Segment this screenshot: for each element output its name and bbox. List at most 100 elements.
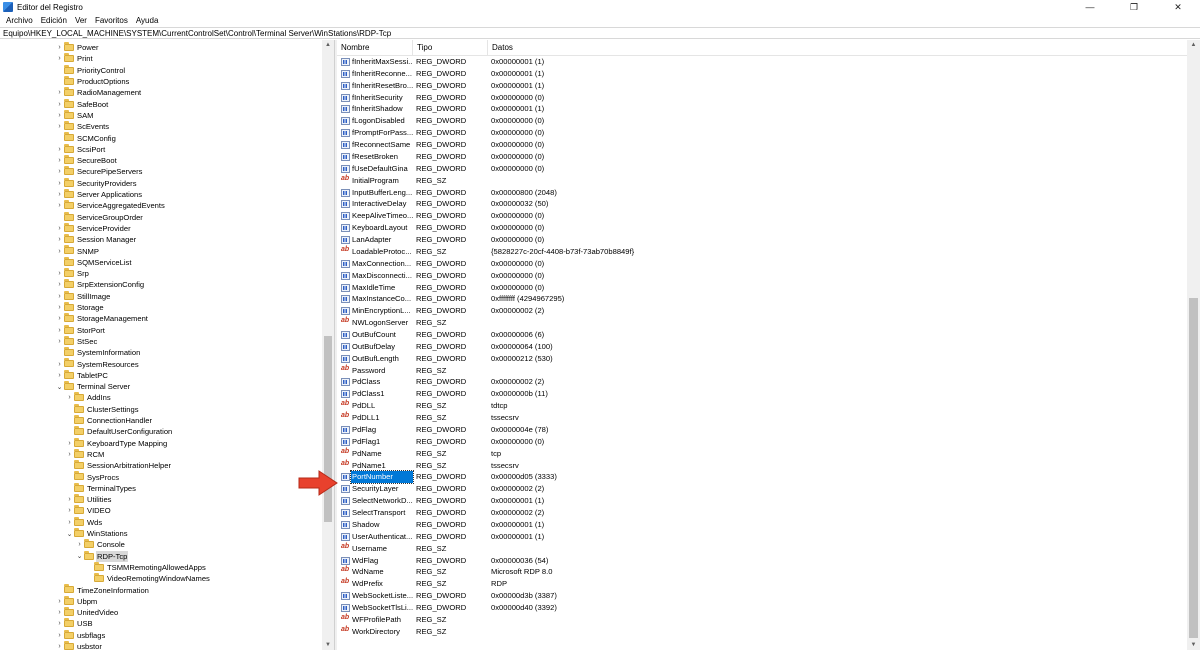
menu-archivo[interactable]: Archivo bbox=[2, 16, 37, 25]
table-row[interactable]: MaxDisconnecti... REG_DWORD 0x00000000 (0) bbox=[337, 270, 1187, 282]
tree-item[interactable]: › USB bbox=[0, 618, 322, 629]
table-row[interactable]: fInheritSecurity REG_DWORD 0x00000000 (0) bbox=[337, 92, 1187, 104]
tree-item[interactable]: › Server Applications bbox=[0, 188, 322, 200]
scroll-up-icon[interactable]: ▲ bbox=[1187, 40, 1200, 50]
minimize-button[interactable]: — bbox=[1068, 0, 1112, 14]
tree-item[interactable]: SCMConfig bbox=[0, 132, 322, 143]
tree-item[interactable]: › Ubpm bbox=[0, 595, 322, 607]
chevron-right-icon[interactable]: › bbox=[56, 618, 63, 629]
tree-item[interactable]: › VIDEO bbox=[0, 505, 322, 516]
chevron-right-icon[interactable]: › bbox=[56, 121, 63, 132]
table-row[interactable]: PdClass REG_DWORD 0x00000002 (2) bbox=[337, 376, 1187, 388]
chevron-right-icon[interactable]: › bbox=[76, 539, 83, 550]
tree-item[interactable]: TSMMRemotingAllowedApps bbox=[0, 561, 322, 573]
table-row[interactable]: MaxIdleTime REG_DWORD 0x00000000 (0) bbox=[337, 282, 1187, 294]
tree-item[interactable]: › SAM bbox=[0, 109, 322, 121]
table-row[interactable]: PdName REG_SZ tcp bbox=[337, 448, 1187, 460]
table-row[interactable]: MinEncryptionL... REG_DWORD 0x00000002 (2) bbox=[337, 305, 1187, 317]
table-row[interactable]: fUseDefaultGina REG_DWORD 0x00000000 (0) bbox=[337, 163, 1187, 175]
tree-item[interactable]: › AddIns bbox=[0, 392, 322, 403]
menu-ver[interactable]: Ver bbox=[71, 16, 91, 25]
address-bar[interactable]: Equipo\HKEY_LOCAL_MACHINE\SYSTEM\Current… bbox=[0, 27, 1200, 39]
table-row[interactable]: fInheritShadow REG_DWORD 0x00000001 (1) bbox=[337, 103, 1187, 115]
table-row[interactable]: WdFlag REG_DWORD 0x00000036 (54) bbox=[337, 555, 1187, 567]
chevron-right-icon[interactable]: › bbox=[56, 359, 63, 370]
table-row[interactable]: PdFlag REG_DWORD 0x0000004e (78) bbox=[337, 424, 1187, 436]
chevron-down-icon[interactable]: ⌄ bbox=[66, 528, 73, 539]
table-row[interactable]: SelectNetworkD... REG_DWORD 0x00000001 (1) bbox=[337, 495, 1187, 507]
table-row[interactable]: fPromptForPass... REG_DWORD 0x00000000 (0) bbox=[337, 127, 1187, 139]
tree-item[interactable]: SystemInformation bbox=[0, 347, 322, 358]
table-row[interactable]: KeepAliveTimeo... REG_DWORD 0x00000000 (0) bbox=[337, 210, 1187, 222]
tree-item[interactable]: › usbflags bbox=[0, 629, 322, 641]
menu-edicion[interactable]: Edición bbox=[37, 16, 71, 25]
chevron-right-icon[interactable]: › bbox=[56, 155, 63, 166]
table-row[interactable]: PdDLL REG_SZ tdtcp bbox=[337, 400, 1187, 412]
column-header-data[interactable]: Datos bbox=[488, 40, 688, 56]
column-header-type[interactable]: Tipo bbox=[413, 40, 488, 56]
chevron-right-icon[interactable]: › bbox=[66, 517, 73, 528]
tree-item[interactable]: › Wds bbox=[0, 516, 322, 528]
chevron-right-icon[interactable]: › bbox=[56, 246, 63, 257]
tree-item[interactable]: › SNMP bbox=[0, 245, 322, 256]
tree-item[interactable]: SessionArbitrationHelper bbox=[0, 460, 322, 471]
chevron-right-icon[interactable]: › bbox=[56, 178, 63, 189]
tree-item[interactable]: ⌄ Terminal Server bbox=[0, 381, 322, 392]
tree-item[interactable]: DefaultUserConfiguration bbox=[0, 426, 322, 437]
chevron-right-icon[interactable]: › bbox=[56, 53, 63, 64]
tree-item[interactable]: › RCM bbox=[0, 448, 322, 460]
table-row[interactable]: InitialProgram REG_SZ bbox=[337, 175, 1187, 187]
table-row[interactable]: PdFlag1 REG_DWORD 0x00000000 (0) bbox=[337, 436, 1187, 448]
tree-item[interactable]: › ServiceAggregatedEvents bbox=[0, 200, 322, 211]
table-row[interactable]: WdPrefix REG_SZ RDP bbox=[337, 578, 1187, 590]
tree-item[interactable]: › Power bbox=[0, 42, 322, 53]
table-row[interactable]: UserAuthenticat... REG_DWORD 0x00000001 (1… bbox=[337, 531, 1187, 543]
chevron-right-icon[interactable]: › bbox=[56, 641, 63, 650]
chevron-right-icon[interactable]: › bbox=[56, 268, 63, 279]
tree-item[interactable]: TerminalTypes bbox=[0, 482, 322, 494]
tree-item[interactable]: › SafeBoot bbox=[0, 98, 322, 110]
chevron-right-icon[interactable]: › bbox=[56, 370, 63, 381]
tree-item[interactable]: ServiceGroupOrder bbox=[0, 211, 322, 223]
tree-item[interactable]: › Print bbox=[0, 53, 322, 64]
chevron-down-icon[interactable]: ⌄ bbox=[56, 381, 63, 392]
scroll-up-icon[interactable]: ▲ bbox=[322, 40, 334, 50]
table-row[interactable]: PdDLL1 REG_SZ tssecsrv bbox=[337, 412, 1187, 424]
chevron-right-icon[interactable]: › bbox=[66, 392, 73, 403]
chevron-right-icon[interactable]: › bbox=[56, 596, 63, 607]
chevron-right-icon[interactable]: › bbox=[56, 144, 63, 155]
chevron-right-icon[interactable]: › bbox=[56, 607, 63, 618]
chevron-right-icon[interactable]: › bbox=[56, 279, 63, 290]
table-row[interactable]: KeyboardLayout REG_DWORD 0x00000000 (0) bbox=[337, 222, 1187, 234]
table-row[interactable]: PdName1 REG_SZ tssecsrv bbox=[337, 460, 1187, 472]
chevron-right-icon[interactable]: › bbox=[56, 87, 63, 98]
tree-item[interactable]: › SecurePipeServers bbox=[0, 166, 322, 177]
list-scrollbar[interactable]: ▲ ▼ bbox=[1187, 40, 1200, 650]
table-row[interactable]: MaxConnection... REG_DWORD 0x00000000 (0) bbox=[337, 258, 1187, 270]
chevron-right-icon[interactable]: › bbox=[56, 630, 63, 641]
chevron-right-icon[interactable]: › bbox=[56, 189, 63, 200]
table-row[interactable]: Password REG_SZ bbox=[337, 365, 1187, 377]
chevron-right-icon[interactable]: › bbox=[56, 313, 63, 324]
tree-item[interactable]: SQMServiceList bbox=[0, 256, 322, 268]
table-row[interactable]: InteractiveDelay REG_DWORD 0x00000032 (50) bbox=[337, 198, 1187, 210]
table-row[interactable]: OutBufLength REG_DWORD 0x00000212 (530) bbox=[337, 353, 1187, 365]
scroll-down-icon[interactable]: ▼ bbox=[1187, 640, 1200, 650]
table-row[interactable]: OutBufDelay REG_DWORD 0x00000064 (100) bbox=[337, 341, 1187, 353]
table-row[interactable]: OutBufCount REG_DWORD 0x00000006 (6) bbox=[337, 329, 1187, 341]
tree-scrollbar[interactable]: ▲ ▼ bbox=[322, 40, 334, 650]
tree-item[interactable]: PriorityControl bbox=[0, 64, 322, 76]
menu-favoritos[interactable]: Favoritos bbox=[91, 16, 132, 25]
table-row[interactable]: WFProfilePath REG_SZ bbox=[337, 614, 1187, 626]
column-header-name[interactable]: Nombre bbox=[337, 40, 413, 56]
tree-item[interactable]: ProductOptions bbox=[0, 75, 322, 87]
close-button[interactable]: ✕ bbox=[1156, 0, 1200, 14]
table-row[interactable]: LoadableProtoc... REG_SZ {5828227c-20cf-44… bbox=[337, 246, 1187, 258]
table-row[interactable]: WdName REG_SZ Microsoft RDP 8.0 bbox=[337, 566, 1187, 578]
chevron-right-icon[interactable]: › bbox=[66, 505, 73, 516]
tree-item[interactable]: › StorPort bbox=[0, 324, 322, 336]
table-row[interactable]: fInheritReconne... REG_DWORD 0x00000001 (1… bbox=[337, 68, 1187, 80]
chevron-right-icon[interactable]: › bbox=[56, 200, 63, 211]
tree-item[interactable]: › Session Manager bbox=[0, 234, 322, 245]
chevron-down-icon[interactable]: ⌄ bbox=[76, 551, 83, 562]
